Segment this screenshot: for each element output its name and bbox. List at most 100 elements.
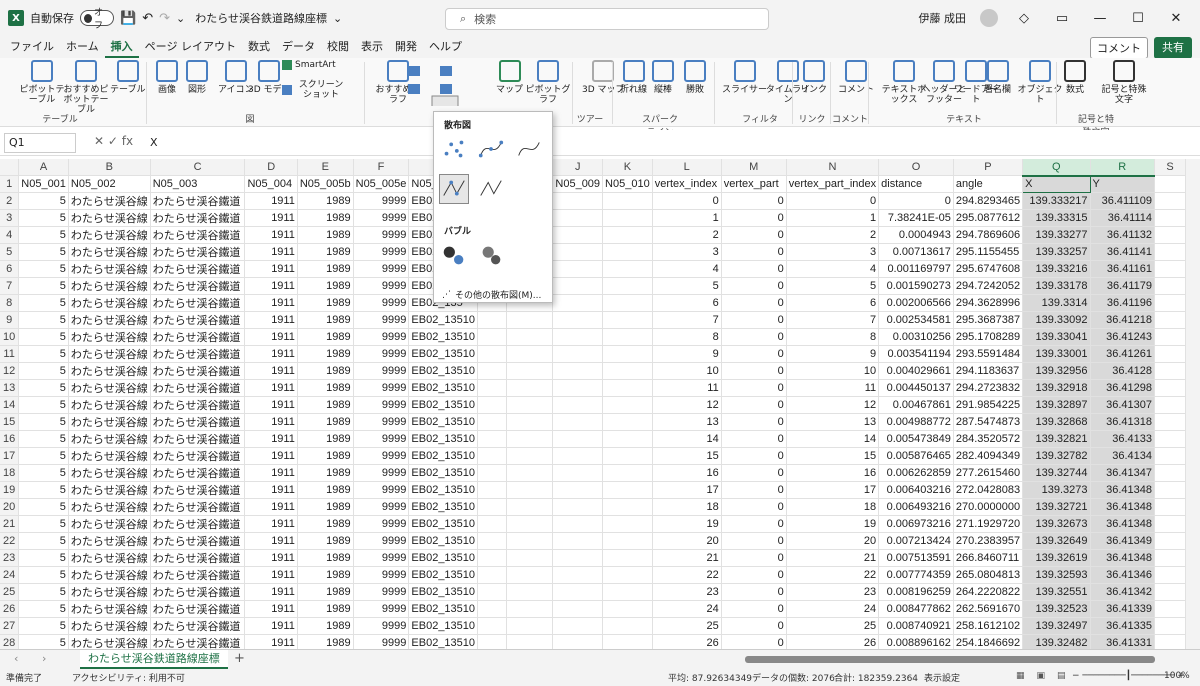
cell[interactable]: 0 <box>721 498 787 516</box>
cell[interactable]: 1989 <box>297 566 354 584</box>
cell[interactable]: 8 <box>652 328 722 346</box>
cell[interactable]: 5 <box>18 294 69 312</box>
cell[interactable]: 0 <box>721 430 787 448</box>
cell[interactable]: 0 <box>721 294 787 312</box>
cell[interactable]: 258.1612102 <box>953 617 1024 635</box>
cell[interactable]: 25 <box>786 617 880 635</box>
cell[interactable] <box>477 583 507 601</box>
cell[interactable]: 0.006493216 <box>878 498 954 516</box>
cell[interactable]: 4 <box>786 260 880 278</box>
cell[interactable]: 139.3273 <box>1022 481 1091 499</box>
cell[interactable] <box>1154 634 1186 649</box>
column-header[interactable]: M <box>721 159 787 177</box>
cell[interactable]: わたらせ渓谷線 <box>68 362 151 380</box>
cell[interactable]: 1911 <box>244 583 298 601</box>
cell[interactable] <box>477 549 507 567</box>
cell[interactable]: 1911 <box>244 243 298 261</box>
cell[interactable] <box>506 396 554 414</box>
cell[interactable]: 9999 <box>353 532 410 550</box>
cell[interactable] <box>602 260 653 278</box>
cell[interactable]: 5 <box>18 617 69 635</box>
cell[interactable]: 139.32918 <box>1022 379 1091 397</box>
cell[interactable]: 36.41243 <box>1090 328 1155 346</box>
cell[interactable] <box>506 311 554 329</box>
cell[interactable]: 139.32897 <box>1022 396 1091 414</box>
cell[interactable]: わたらせ渓谷線 <box>68 515 151 533</box>
cell[interactable]: わたらせ渓谷線 <box>68 464 151 482</box>
cell[interactable]: 1911 <box>244 566 298 584</box>
cell[interactable]: 139.33001 <box>1022 345 1091 363</box>
cell[interactable]: 9999 <box>353 549 410 567</box>
cell[interactable]: わたらせ渓谷線 <box>68 549 151 567</box>
cell[interactable]: 1989 <box>297 209 354 227</box>
cell[interactable]: 5 <box>652 277 722 295</box>
cell[interactable] <box>477 464 507 482</box>
cell[interactable] <box>1154 362 1186 380</box>
minimize-icon[interactable]: — <box>1088 11 1112 26</box>
cell[interactable]: EB02_13510 <box>408 600 479 618</box>
cell[interactable]: わたらせ渓谷鐵道 <box>150 243 246 261</box>
cell[interactable]: 11 <box>652 379 722 397</box>
more-scatter-charts[interactable]: ⋰ その他の散布図(M)... <box>442 288 541 302</box>
undo-icon[interactable]: ↶ <box>142 11 153 26</box>
cell[interactable]: 5 <box>18 498 69 516</box>
cell[interactable]: わたらせ渓谷線 <box>68 498 151 516</box>
cell[interactable]: わたらせ渓谷鐵道 <box>150 583 246 601</box>
cell[interactable]: 295.1155455 <box>953 243 1024 261</box>
cell[interactable]: 294.1183637 <box>953 362 1024 380</box>
cell[interactable] <box>552 413 604 431</box>
cell[interactable]: 1911 <box>244 396 298 414</box>
cell[interactable]: 1989 <box>297 311 354 329</box>
cell[interactable]: 9999 <box>353 447 410 465</box>
cell[interactable] <box>602 243 653 261</box>
cell[interactable]: 0 <box>721 515 787 533</box>
cell[interactable]: 0.008896162 <box>878 634 954 649</box>
cell[interactable]: 262.5691670 <box>953 600 1024 618</box>
cell[interactable]: 0 <box>721 617 787 635</box>
cell[interactable]: 0.007774359 <box>878 566 954 584</box>
cell[interactable] <box>602 549 653 567</box>
cell[interactable]: 5 <box>786 277 880 295</box>
cell[interactable]: 16 <box>786 464 880 482</box>
header-cell[interactable]: Y <box>1090 175 1155 193</box>
cell[interactable]: 1989 <box>297 362 354 380</box>
cell[interactable] <box>1154 447 1186 465</box>
cell[interactable] <box>552 583 604 601</box>
column-header[interactable]: A <box>18 159 69 177</box>
cell[interactable]: 5 <box>18 277 69 295</box>
cell[interactable]: 0.006973216 <box>878 515 954 533</box>
cell[interactable]: 36.41141 <box>1090 243 1155 261</box>
cell[interactable] <box>552 243 604 261</box>
header-cell[interactable]: N05_003 <box>150 175 246 193</box>
cell[interactable]: 139.33277 <box>1022 226 1091 244</box>
cell[interactable] <box>1154 277 1186 295</box>
redo-icon[interactable]: ↷ <box>159 11 170 26</box>
cell[interactable]: 1911 <box>244 294 298 312</box>
cell[interactable]: 7.38241E-05 <box>878 209 954 227</box>
cell[interactable]: 9999 <box>353 345 410 363</box>
cell[interactable] <box>506 464 554 482</box>
cell[interactable] <box>602 294 653 312</box>
cell[interactable]: わたらせ渓谷鐵道 <box>150 260 246 278</box>
menu-tab[interactable]: ヘルプ <box>423 36 468 58</box>
cell[interactable] <box>552 549 604 567</box>
cell[interactable]: 17 <box>786 481 880 499</box>
row-header[interactable]: 14 <box>0 396 20 414</box>
cell[interactable]: わたらせ渓谷線 <box>68 600 151 618</box>
cell[interactable]: 22 <box>786 566 880 584</box>
cell[interactable]: 1989 <box>297 583 354 601</box>
cell[interactable]: わたらせ渓谷鐵道 <box>150 226 246 244</box>
cell[interactable]: 6 <box>652 294 722 312</box>
comment-button[interactable]: コメント <box>1090 37 1148 59</box>
cell[interactable]: 5 <box>18 600 69 618</box>
cell[interactable] <box>477 600 507 618</box>
header-cell[interactable]: distance <box>878 175 954 193</box>
header-cell[interactable] <box>1154 175 1186 193</box>
cell[interactable] <box>552 209 604 227</box>
cell[interactable]: 36.4128 <box>1090 362 1155 380</box>
cell[interactable]: 1989 <box>297 515 354 533</box>
cell[interactable]: 19 <box>786 515 880 533</box>
cell[interactable]: 5 <box>18 481 69 499</box>
cell[interactable]: EB02_13510 <box>408 396 479 414</box>
cell[interactable]: 295.6747608 <box>953 260 1024 278</box>
